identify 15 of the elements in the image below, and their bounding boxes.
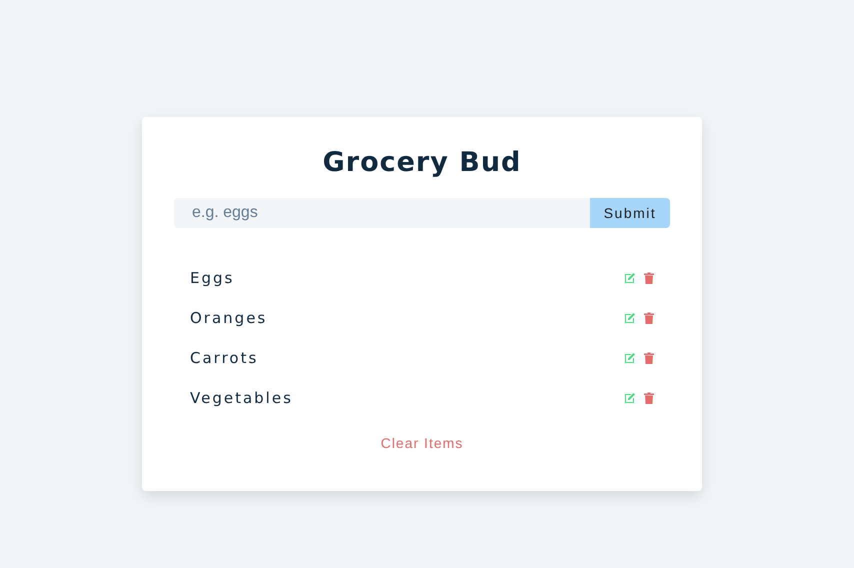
delete-icon[interactable] bbox=[644, 312, 654, 324]
grocery-item: Vegetables bbox=[190, 389, 293, 407]
edit-icon[interactable] bbox=[624, 312, 636, 324]
grocery-item: Eggs bbox=[190, 269, 234, 287]
delete-icon[interactable] bbox=[644, 272, 654, 284]
edit-icon[interactable] bbox=[624, 352, 636, 364]
edit-icon[interactable] bbox=[624, 272, 636, 284]
grocery-item: Oranges bbox=[190, 309, 268, 327]
delete-icon[interactable] bbox=[644, 392, 654, 404]
delete-icon[interactable] bbox=[644, 352, 654, 364]
app-title: Grocery Bud bbox=[322, 147, 522, 178]
edit-icon[interactable] bbox=[624, 392, 636, 404]
submit-button[interactable]: Submit bbox=[590, 198, 670, 228]
item-input-field[interactable]: e.g. eggs bbox=[174, 198, 590, 228]
grocery-item: Carrots bbox=[190, 349, 258, 367]
